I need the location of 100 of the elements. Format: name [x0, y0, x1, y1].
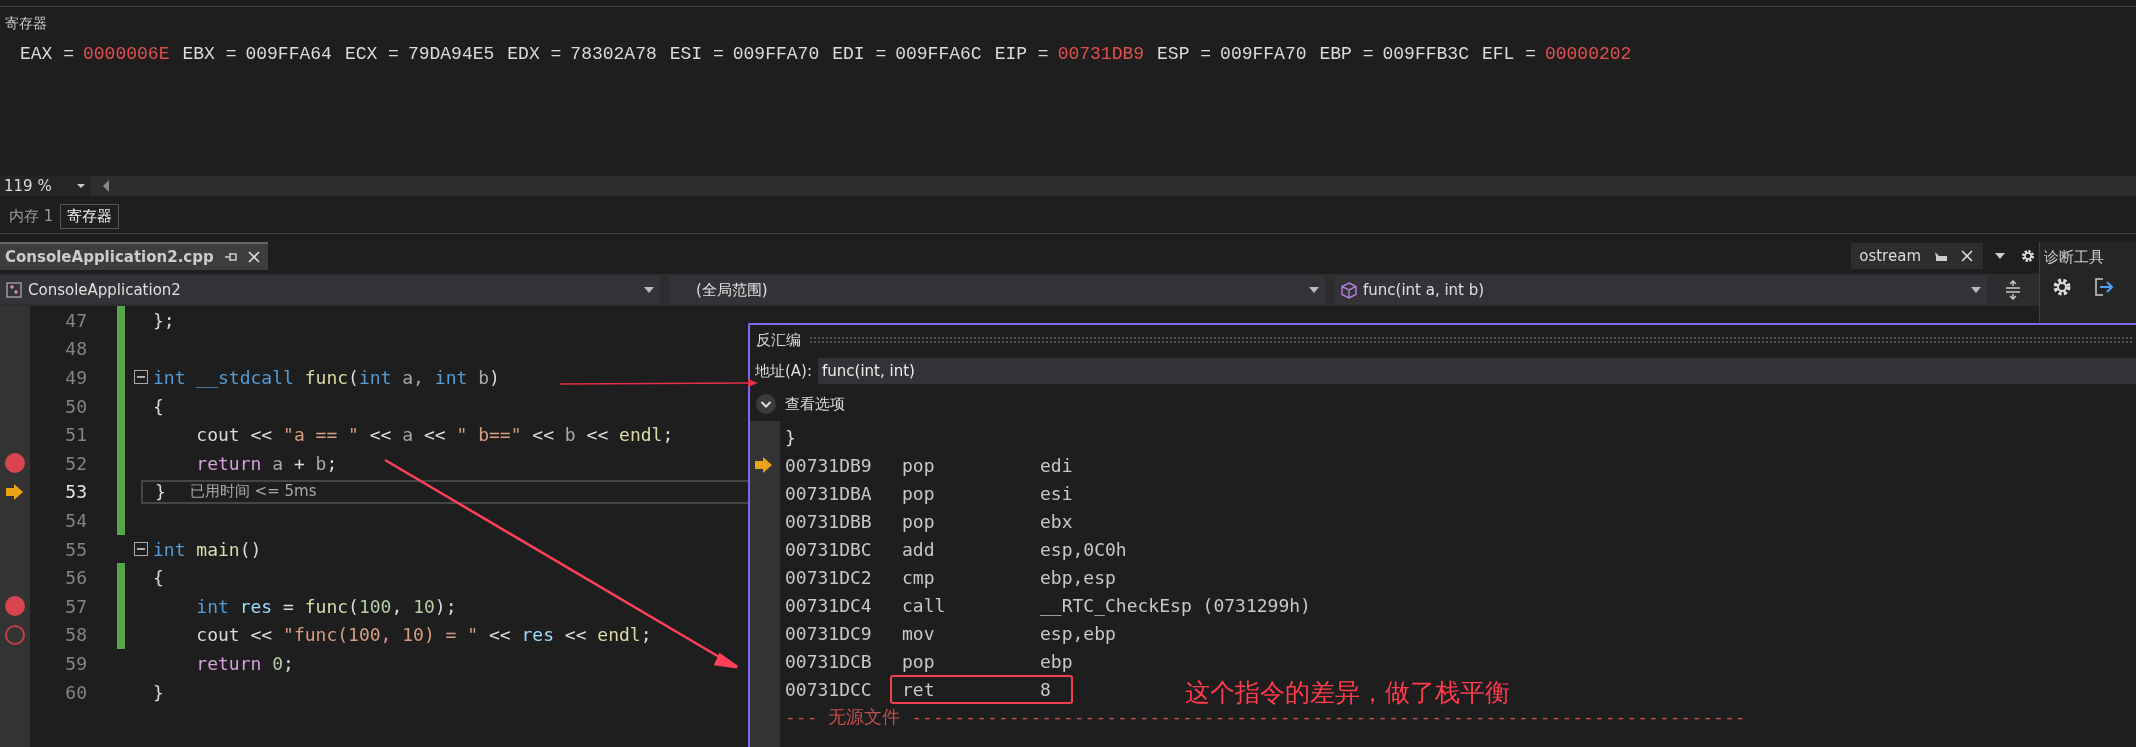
- code-line: }: [153, 681, 164, 703]
- caret-icon: [644, 287, 654, 293]
- instruction-operand: __RTC_CheckEsp (0731299h): [1040, 594, 1311, 616]
- register-value: 009FFA6C: [895, 44, 982, 64]
- collapse-icon[interactable]: [134, 542, 148, 557]
- line-number: 48: [64, 338, 87, 360]
- caret-icon: [1309, 287, 1319, 293]
- scroll-left-icon[interactable]: [102, 180, 110, 192]
- register-value: 009FFA70: [1220, 44, 1307, 64]
- code-line: cout << "func(100, 10) = " << res << endl;: [195, 624, 652, 646]
- code-line: cout << "a == " << a << " b==" << b << endl;: [195, 424, 674, 446]
- collapse-icon[interactable]: [134, 370, 148, 385]
- instruction-operand: esp,0C0h: [1040, 538, 1127, 560]
- pin-icon[interactable]: [223, 251, 238, 263]
- code-line: int main(): [153, 538, 262, 560]
- tab-label: ConsoleApplication2.cpp: [5, 248, 214, 266]
- register-name: EDI =: [832, 44, 887, 64]
- line-number: 49: [64, 367, 87, 388]
- elapsed-time-hint: 已用时间 <= 5ms: [189, 482, 317, 502]
- register-value: 78302A78: [570, 44, 657, 64]
- instruction-address: 00731DBC: [785, 538, 873, 560]
- instruction-address: 00731DBA: [785, 482, 873, 504]
- instruction-mnemonic: mov: [902, 622, 936, 644]
- instruction-address: 00731DBB: [785, 510, 873, 532]
- register-name: EFL =: [1481, 44, 1536, 64]
- instruction-operand: ebx: [1040, 510, 1073, 532]
- code-line: int res = func(100, 10);: [195, 595, 457, 617]
- register-name: EDX =: [507, 44, 562, 64]
- instruction-mnemonic: ret: [902, 678, 936, 700]
- line-number: 60: [64, 681, 87, 703]
- register-value: 009FFB3C: [1382, 44, 1469, 64]
- register-value: 79DA94E5: [407, 44, 495, 64]
- line-number: 56: [64, 567, 87, 589]
- instruction-mnemonic: pop: [902, 510, 936, 532]
- line-number: 47: [64, 309, 87, 331]
- register-name: EBP =: [1319, 44, 1374, 64]
- line-number: 54: [64, 509, 87, 531]
- instruction-operand: esi: [1040, 482, 1073, 504]
- instruction-mnemonic: pop: [902, 650, 936, 672]
- instruction-address: 00731DC2: [785, 566, 873, 588]
- breakpoint-icon[interactable]: [5, 596, 25, 617]
- project-dropdown[interactable]: ConsoleApplication2: [0, 276, 660, 304]
- panel-title: 寄存器: [4, 14, 48, 33]
- line-number: 53: [64, 481, 87, 503]
- code-line: };: [153, 309, 175, 331]
- panel-tab[interactable]: 寄存器: [60, 204, 120, 229]
- export-icon[interactable]: [2094, 277, 2114, 297]
- code-line: {: [153, 395, 164, 417]
- line-number: 51: [64, 424, 87, 446]
- register-value: 00000202: [1544, 44, 1632, 64]
- caret-icon: [1971, 287, 1981, 293]
- scope-dropdown[interactable]: (全局范围): [670, 276, 1325, 304]
- instruction-operand: esp,ebp: [1040, 622, 1116, 644]
- code-line: }: [155, 481, 166, 503]
- line-number: 57: [64, 595, 87, 617]
- dropdown-icon[interactable]: [1995, 253, 2005, 259]
- line-number: 50: [64, 395, 87, 417]
- close-icon[interactable]: [1961, 250, 1973, 262]
- line-number: 59: [64, 652, 87, 674]
- instruction-operand: ebp,esp: [1040, 566, 1116, 588]
- member-dropdown[interactable]: func(int a, int b): [1335, 276, 1987, 304]
- document-tab[interactable]: ConsoleApplication2.cpp: [0, 242, 268, 270]
- register-name: ESP =: [1157, 44, 1212, 64]
- project-icon: [6, 282, 22, 298]
- close-icon[interactable]: [247, 251, 260, 263]
- chevron-icon: [755, 393, 777, 415]
- panel-tab[interactable]: 内存 1: [2, 204, 61, 229]
- register-value: 00731DB9: [1057, 44, 1145, 64]
- instruction-address: 00731DCB: [785, 650, 873, 672]
- settings-icon[interactable]: [2021, 249, 2035, 263]
- address-label: 地址(A):: [755, 361, 813, 381]
- instruction-operand: edi: [1040, 454, 1073, 476]
- register-value: 009FFA70: [732, 44, 820, 64]
- register-name: ESI =: [669, 44, 724, 64]
- register-name: ECX =: [344, 44, 399, 64]
- source-line: }: [785, 426, 796, 448]
- zoom-dropdown[interactable]: 119 %: [0, 176, 90, 196]
- instruction-mnemonic: pop: [902, 454, 936, 476]
- instruction-address: 00731DCC: [785, 678, 873, 700]
- line-number: 52: [64, 452, 87, 474]
- cube-icon: [1341, 281, 1357, 299]
- code-line: int __stdcall func(int a, int b): [153, 367, 500, 388]
- instruction-address: 00731DB9: [785, 454, 873, 476]
- settings-icon[interactable]: [2052, 277, 2072, 297]
- line-number: 55: [64, 538, 87, 560]
- split-icon[interactable]: [2005, 280, 2021, 300]
- register-name: EAX =: [20, 44, 74, 64]
- instruction-mnemonic: cmp: [902, 566, 936, 588]
- address-field[interactable]: func(int, int): [818, 358, 2136, 384]
- register-name: EIP =: [994, 44, 1049, 64]
- document-tab[interactable]: ostream: [1851, 243, 1983, 269]
- instruction-operand: 8: [1040, 678, 1051, 700]
- breakpoint-icon[interactable]: [5, 453, 25, 474]
- window-title: 反汇编: [756, 330, 801, 350]
- instruction-mnemonic: pop: [902, 482, 936, 504]
- instruction-address: 00731DC4: [785, 594, 873, 616]
- pin-icon[interactable]: [1933, 250, 1949, 262]
- instruction-mnemonic: add: [902, 538, 936, 560]
- view-options-toggle[interactable]: 查看选项: [750, 387, 2136, 421]
- line-number: 58: [64, 624, 87, 646]
